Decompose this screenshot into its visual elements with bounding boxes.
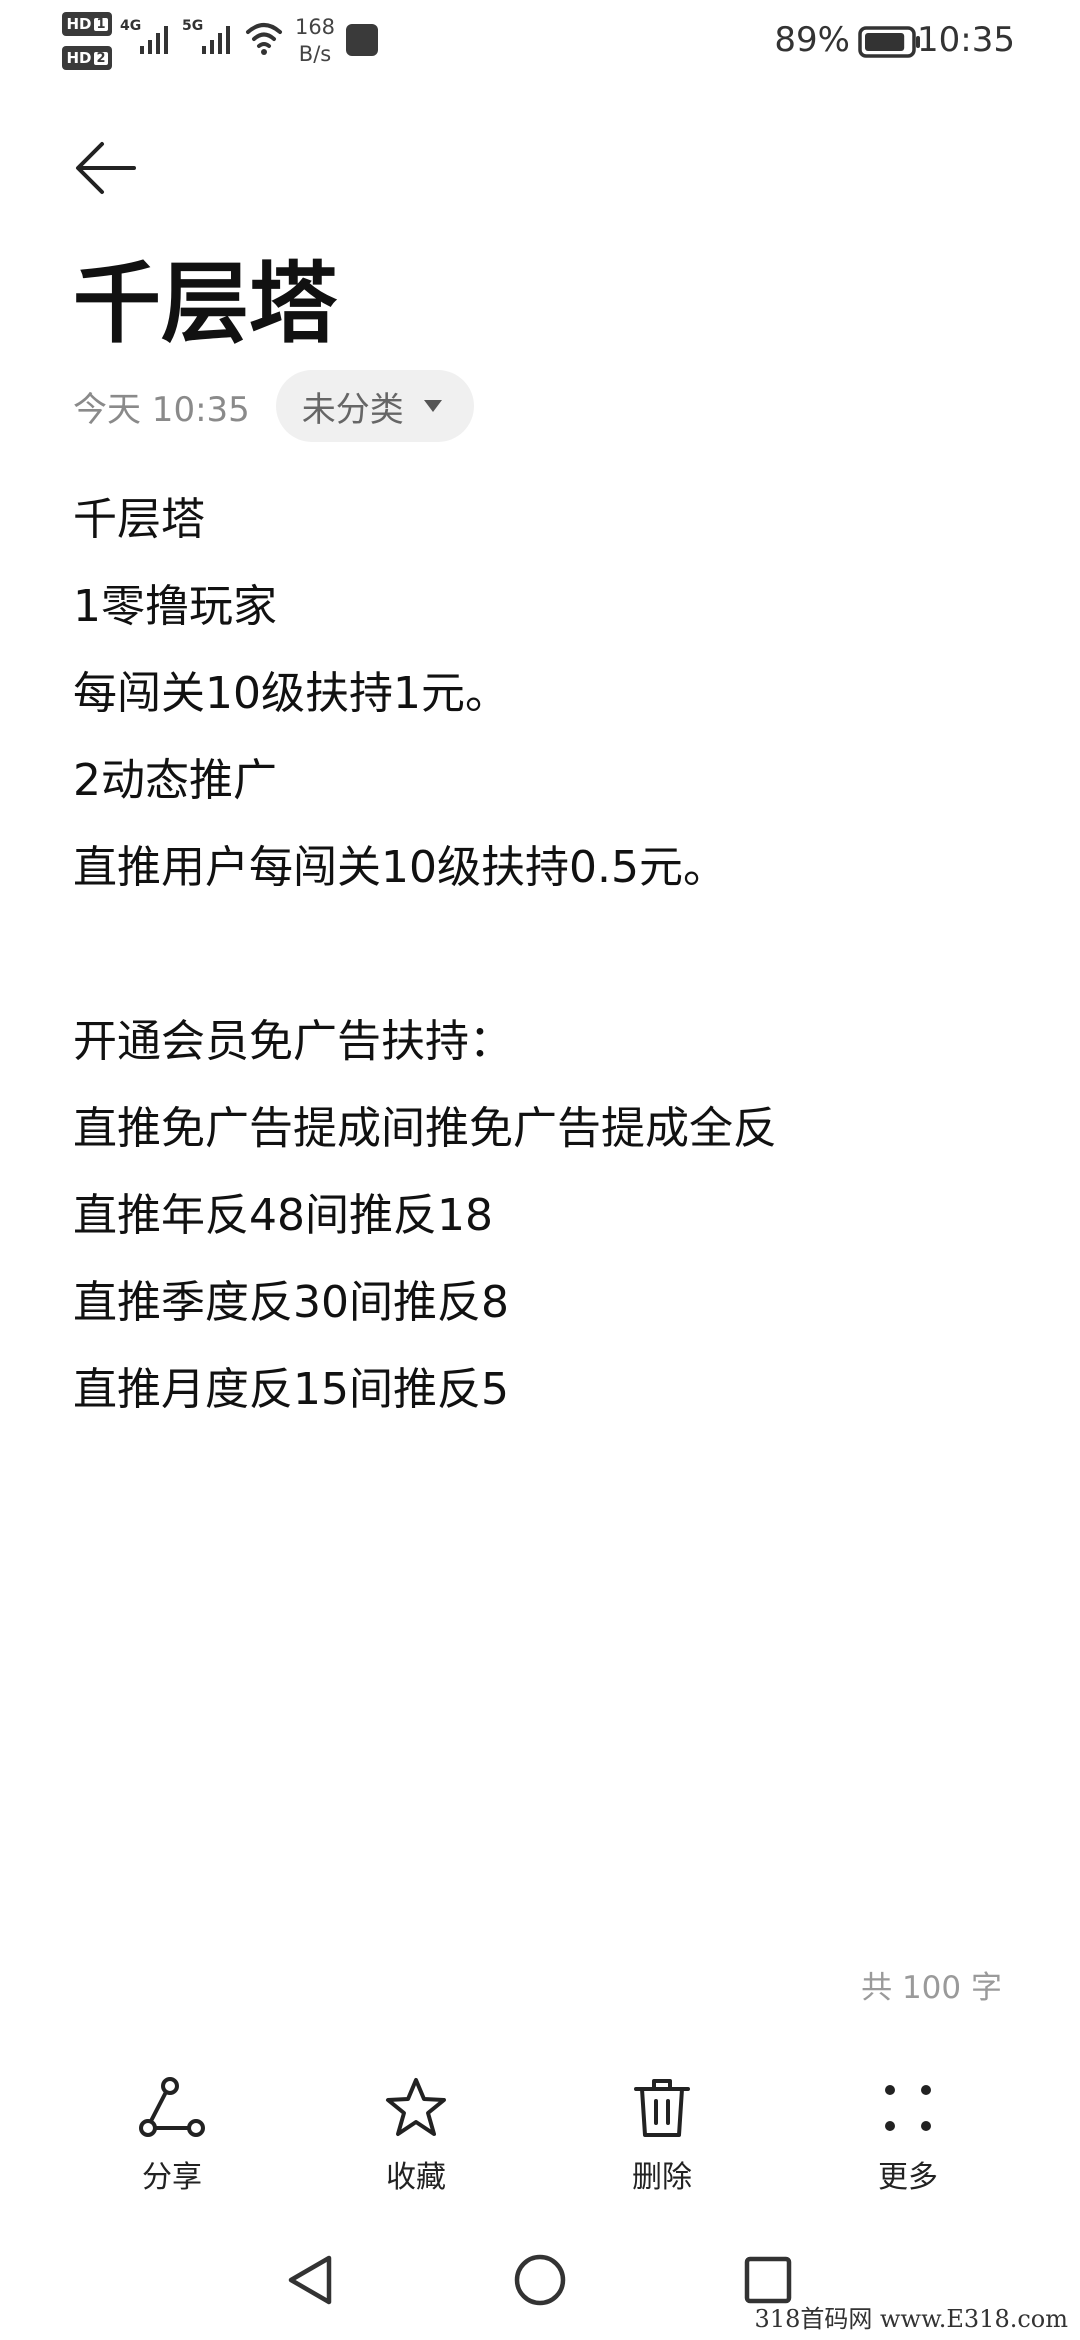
sim2-hd-badge: HD 2 <box>62 46 112 70</box>
sim1-label: HD <box>66 14 92 33</box>
sim2-number: 2 <box>94 50 108 66</box>
nav-back-button[interactable] <box>270 2240 350 2320</box>
note-line: 1零撸玩家 <box>73 581 277 632</box>
circle-home-icon <box>514 2254 566 2306</box>
note-line: 直推月度反15间推反5 <box>73 1364 509 1415</box>
favorite-label: 收藏 <box>386 2160 446 2195</box>
caret-down-icon <box>423 400 442 412</box>
note-line: 千层塔 <box>73 494 205 545</box>
note-line: 2动态推广 <box>73 755 277 806</box>
sim2-label: HD <box>66 48 92 67</box>
watermark-text: 318首码网 www.E318.com <box>754 2305 1068 2333</box>
status-bar: HD 1 HD 2 4G 5G 168 B/s 89% 10:35 <box>0 0 1080 84</box>
delete-label: 删除 <box>632 2160 692 2195</box>
delete-button[interactable]: 删除 <box>582 2072 742 2212</box>
note-title[interactable]: 千层塔 <box>73 248 337 360</box>
star-icon <box>386 2078 446 2136</box>
sim1-hd-badge: HD 1 <box>62 12 112 36</box>
share-icon <box>139 2077 205 2137</box>
category-dropdown[interactable]: 未分类 <box>275 370 474 442</box>
share-button[interactable]: 分享 <box>92 2072 252 2212</box>
speed-unit: B/s <box>298 42 332 66</box>
battery-icon <box>858 26 920 58</box>
more-label: 更多 <box>878 2160 938 2195</box>
note-body[interactable]: 千层塔 1零撸玩家每闯关10级扶持1元。 2动态推广直推用户每闯关10级扶持0.5元… <box>73 476 1013 1433</box>
note-line: 开通会员免广告扶持： <box>73 1016 513 1067</box>
sim-indicators: HD 1 HD 2 <box>62 12 114 72</box>
app-notification-icon <box>346 24 378 56</box>
favorite-button[interactable]: 收藏 <box>336 2072 496 2212</box>
arrow-left-icon <box>76 142 136 194</box>
speed-value: 168 <box>294 15 336 39</box>
note-line: 直推季度反30间推反8 <box>73 1277 509 1328</box>
note-meta: 今天 10:35 未分类 <box>73 370 474 442</box>
note-line: 直推年反48间推反18 <box>73 1190 493 1241</box>
word-count: 共 100 字 <box>861 1970 1002 2006</box>
network-signal-2: 5G <box>182 18 242 58</box>
back-button[interactable] <box>68 130 144 206</box>
signal-bars-icon <box>140 26 168 54</box>
more-dots-icon <box>885 2085 931 2131</box>
more-button[interactable]: 更多 <box>828 2072 988 2212</box>
triangle-back-icon <box>288 2255 332 2305</box>
note-line: 直推免广告提成间推免广告提成全反 <box>73 1103 777 1154</box>
battery-percent: 89% <box>774 20 850 60</box>
note-line: 每闯关10级扶持1元。 <box>73 668 509 719</box>
nav-home-button[interactable] <box>500 2240 580 2320</box>
bottom-toolbar: 分享 收藏 删除 更多 <box>0 2072 1080 2212</box>
wifi-icon <box>246 23 282 55</box>
share-label: 分享 <box>142 2160 202 2195</box>
status-clock: 10:35 <box>917 20 1015 60</box>
network-speed: 168 B/s <box>290 14 340 68</box>
signal-bars-icon <box>202 26 230 54</box>
note-line: 直推用户每闯关10级扶持0.5元。 <box>73 842 727 893</box>
category-label: 未分类 <box>301 389 404 430</box>
note-date: 今天 10:35 <box>73 389 250 430</box>
sim1-number: 1 <box>94 16 108 32</box>
note-line <box>73 911 1013 998</box>
trash-icon <box>634 2079 690 2137</box>
network-signal-1: 4G <box>120 18 180 58</box>
